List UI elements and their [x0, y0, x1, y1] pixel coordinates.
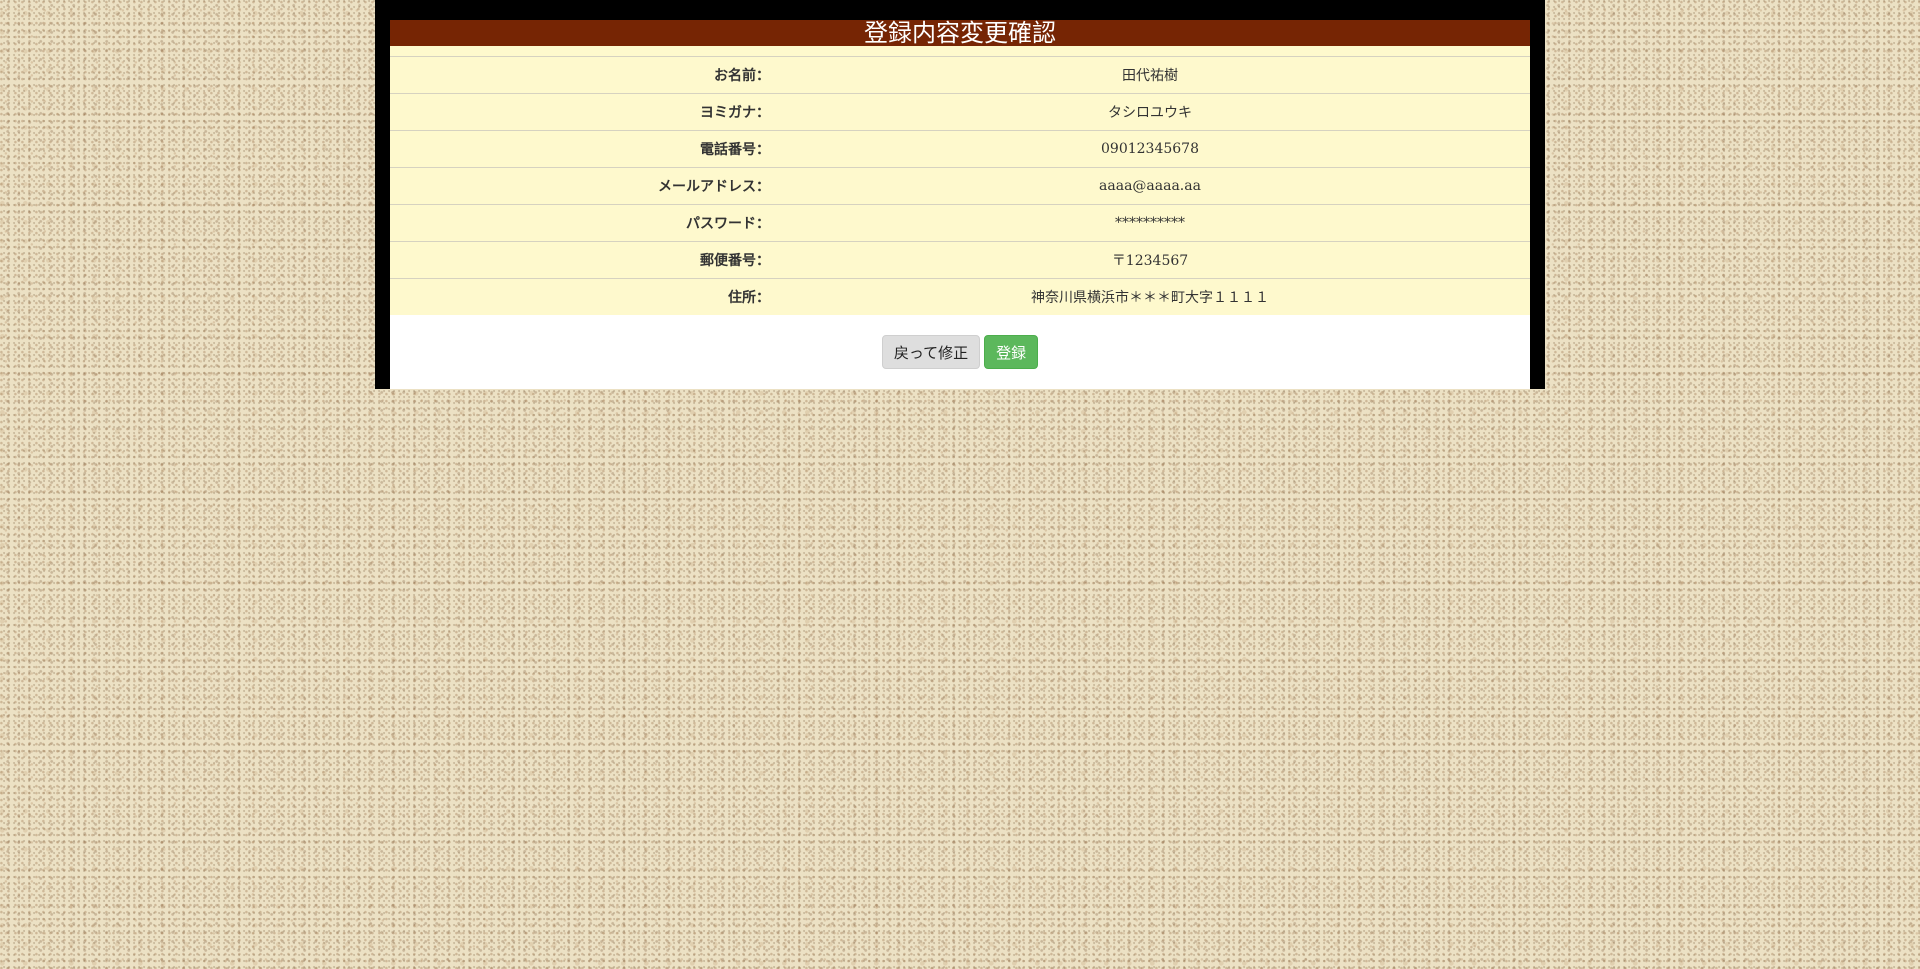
- password-value: **********: [770, 204, 1530, 242]
- row-password: パスワード： **********: [390, 204, 1530, 242]
- name-label: お名前：: [390, 56, 770, 94]
- row-email: メールアドレス： aaaa@aaaa.aa: [390, 167, 1530, 205]
- name-value: 田代祐樹: [770, 56, 1530, 94]
- address-value: 神奈川県横浜市＊＊＊町大字１１１１: [770, 278, 1530, 315]
- page-title: 登録内容変更確認: [390, 20, 1530, 46]
- email-label: メールアドレス：: [390, 167, 770, 205]
- confirm-panel: 登録内容変更確認 お名前： 田代祐樹 ヨミガナ： タシロユウキ 電話番号： 09…: [375, 0, 1545, 389]
- register-button[interactable]: 登録: [984, 335, 1039, 369]
- row-kana: ヨミガナ： タシロユウキ: [390, 93, 1530, 131]
- row-address: 住所： 神奈川県横浜市＊＊＊町大字１１１１: [390, 278, 1530, 315]
- button-area: 戻って修正 登録: [390, 315, 1530, 389]
- row-name: お名前： 田代祐樹: [390, 56, 1530, 94]
- postal-code-label: 郵便番号：: [390, 241, 770, 279]
- phone-value: 09012345678: [770, 130, 1530, 168]
- phone-label: 電話番号：: [390, 130, 770, 168]
- back-edit-button[interactable]: 戻って修正: [881, 335, 981, 369]
- postal-code-value: 〒1234567: [770, 241, 1530, 279]
- row-phone: 電話番号： 09012345678: [390, 130, 1530, 168]
- confirm-table-container: お名前： 田代祐樹 ヨミガナ： タシロユウキ 電話番号： 09012345678…: [390, 46, 1530, 315]
- address-label: 住所：: [390, 278, 770, 315]
- password-label: パスワード：: [390, 204, 770, 242]
- kana-value: タシロユウキ: [770, 93, 1530, 131]
- email-value: aaaa@aaaa.aa: [770, 167, 1530, 205]
- kana-label: ヨミガナ：: [390, 93, 770, 131]
- confirm-table: お名前： 田代祐樹 ヨミガナ： タシロユウキ 電話番号： 09012345678…: [390, 56, 1530, 315]
- row-postal: 郵便番号： 〒1234567: [390, 241, 1530, 279]
